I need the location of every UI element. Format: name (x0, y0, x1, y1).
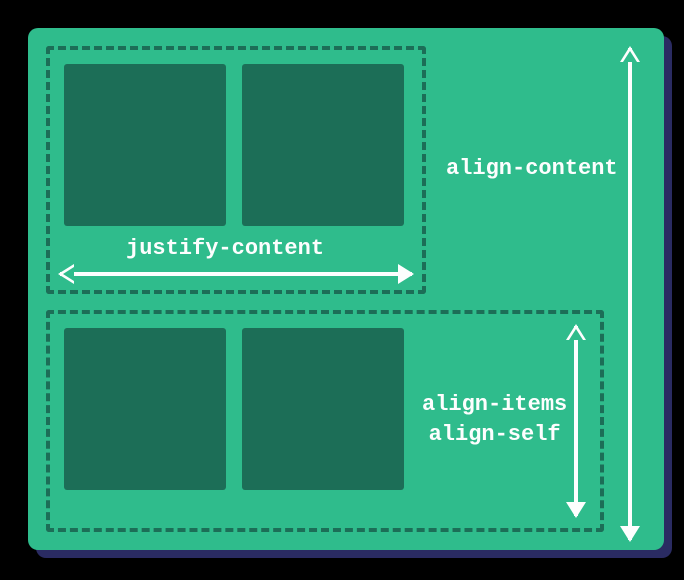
label-align-items-self: align-items align-self (422, 390, 567, 449)
flex-item (64, 328, 226, 490)
arrow-align-items (574, 326, 578, 516)
flex-item (64, 64, 226, 226)
arrow-align-content (628, 48, 632, 540)
flex-line-top: justify-content (46, 46, 426, 294)
diagram-stage: justify-content align-items align-self a… (12, 22, 672, 558)
label-justify-content: justify-content (126, 234, 324, 264)
flex-container-panel: justify-content align-items align-self a… (28, 28, 664, 550)
flex-line-bottom: align-items align-self (46, 310, 604, 532)
arrow-justify-content (60, 272, 412, 276)
label-align-content: align-content (446, 154, 618, 184)
flex-item (242, 64, 404, 226)
flex-item (242, 328, 404, 490)
